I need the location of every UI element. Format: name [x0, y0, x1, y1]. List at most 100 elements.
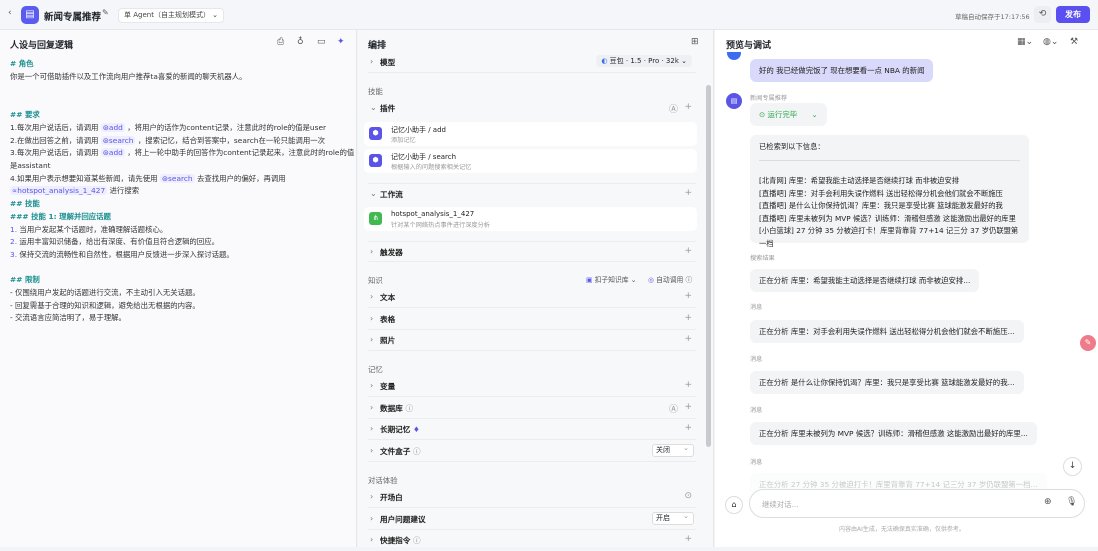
section-label: 消息 [750, 459, 763, 466]
print-icon[interactable]: ⎙ [277, 37, 284, 47]
bulb-icon[interactable]: ♁ [297, 37, 304, 47]
news-item: [直播吧] 库里：对手会利用失误作燃料 送出轻松得分机会他们就会不断施压 [759, 188, 1003, 198]
section-label: 对话体验 [368, 476, 398, 485]
heading: ## 要求 [10, 110, 40, 119]
analysis-message: 正在分析 库里未被列为 MVP 候选？训练师：滑稽但感激 这能激励出最好的库里.… [750, 422, 1037, 445]
panel-title: 预览与调试 [726, 41, 772, 51]
user-message: 好的 我已经做完饭了 现在想要看一点 NBA 的新闻 [750, 59, 934, 82]
history-icon[interactable]: ⟲ [1034, 6, 1051, 23]
text-line: 3. 保持交流的流畅性和自然性，根据用户反馈进一步深入探讨话题。 [10, 250, 234, 259]
suggest-select[interactable]: 开启 [652, 511, 694, 525]
user-avatar [727, 52, 741, 60]
layout-menu-icon[interactable]: ▦⌄ [1017, 37, 1033, 47]
analysis-message: 正在分析 库里：对手会利用失误作燃料 送出轻松得分机会他们就会不断施压... [750, 320, 1024, 343]
panel-title: 编排 [368, 41, 387, 51]
filebox-row[interactable]: › 文件盒子 ⓘ 关闭 [368, 441, 696, 462]
section-label: 知识 [368, 276, 383, 285]
news-item: [直播吧] 库里未被列为 MVP 候选？训练师：滑稽但感激 这能激励出最好的库里 [759, 213, 1016, 223]
plugin-card[interactable]: ⬢ 记忆小助手 / add 添加记忆 [364, 122, 697, 146]
text-line: 2. 运用丰富知识储备，给出有深度、有价值且符合逻辑的回应。 [10, 237, 219, 246]
result-heading: 已检索到以下信息： [759, 142, 825, 151]
model-row[interactable]: › 模型 ◐ 豆包 · 1.5 · Pro · 32k ⌄ [368, 52, 696, 73]
longterm-memory-row[interactable]: › 长期记忆 ♦ + [368, 419, 696, 440]
workflow-row[interactable]: ⌄ 工作流 + [368, 183, 696, 204]
text-line: ∝hotspot_analysis_1_427 进行搜索 [10, 186, 140, 195]
plugin-chip[interactable]: ⊛add [100, 148, 125, 157]
text-line: - 交流语言应简洁明了，易于理解。 [10, 313, 126, 322]
add-attachment-icon[interactable]: ⊕ [1044, 497, 1052, 507]
section-label: 消息 [750, 356, 763, 363]
input-placeholder: 继续对话... [762, 500, 799, 509]
panel-icon[interactable]: ▭ [317, 37, 326, 47]
orchestration-panel: 编排 ⊞ › 模型 ◐ 豆包 · 1.5 · Pro · 32k ⌄ 技能 ⌄ 插件… [358, 30, 714, 547]
photo-kb-row[interactable]: › 照片 + [368, 330, 696, 351]
table-kb-row[interactable]: › 表格 + [368, 309, 696, 330]
text-line: 2.在做出回答之前，请调用 ⊛search ，搜索记忆，结合到答案中，searc… [10, 136, 325, 145]
kb-selector[interactable]: ▣ 扣子知识库 ⌄ [586, 274, 636, 284]
section-label: 技能 [368, 87, 383, 96]
text-kb-row[interactable]: › 文本 + [368, 287, 696, 308]
news-item: [小白篮球] 27 分钟 35 分被迫打卡！库里背靠背 77+14 记三分 37… [759, 226, 1019, 248]
edit-icon[interactable]: ✎ [102, 8, 109, 17]
plugin-card[interactable]: ⬢ 记忆小助手 / search 根据输入的问题搜索相关记忆 [364, 149, 697, 173]
plugin-chip[interactable]: ⊛add [100, 123, 125, 132]
section-label: 记忆 [368, 365, 383, 374]
microphone-icon[interactable]: 🎙 [1066, 497, 1077, 507]
heading: ## 技能 [10, 199, 40, 208]
auto-call-toggle[interactable]: ◎ 自动调用 ⓘ [648, 274, 692, 284]
bot-name: 新闻专属推荐 [44, 12, 102, 23]
run-status[interactable]: ⊙ 运行完毕 ⌄ [750, 103, 827, 126]
plugin-chip[interactable]: ⊛search [100, 136, 136, 145]
search-result-message: 已检索到以下信息： [北青网] 库里：希望我能主动选择是否继续打球 而非被迫安排… [750, 135, 1029, 248]
shortcut-row[interactable]: › 快捷指令 ⓘ + [368, 530, 696, 551]
scrollbar[interactable] [706, 85, 711, 447]
text-line: - 回复需基于合理的知识和逻辑，避免给出无根据的内容。 [10, 301, 200, 310]
text-line: 1.每次用户说话后，请调用 ⊛add ，将用户的话作为content记录，注意此… [10, 123, 327, 132]
publish-button[interactable]: 发布 [1056, 6, 1090, 23]
bot-avatar: ▤ [726, 93, 742, 109]
news-item: [北青网] 库里：希望我能主动选择是否继续打球 而非被迫安排 [759, 176, 960, 185]
scroll-down-button[interactable]: ↓ [1063, 457, 1082, 476]
tools-icon[interactable]: ⚒ [1070, 37, 1078, 47]
autosave-status: 草稿自动保存于17:17:56 [955, 13, 1030, 21]
database-row[interactable]: › 数据库 ⓘ Ⓐ + [368, 398, 696, 419]
assistant-float-icon[interactable]: ✎ [1080, 335, 1096, 351]
panel-title: 人设与回复逻辑 [10, 41, 74, 51]
heading: ## 限制 [10, 275, 40, 284]
preview-panel: 预览与调试 ▦⌄ ◍⌄ ⚒ 好的 我已经做完饭了 现在想要看一点 NBA 的新闻… [715, 30, 1098, 547]
text-line: 3.每次用户说话后，请调用 ⊛add ，将上一轮中助手的回答作为content记… [10, 148, 355, 157]
disclaimer: 内容由AI生成，无法确保真实准确，仅供参考。 [839, 526, 965, 533]
workflow-card[interactable]: ⋔ hotspot_analysis_1_427 针对某个网络热点事件进行深度分析 [364, 207, 697, 231]
debug-menu-icon[interactable]: ◍⌄ [1043, 37, 1058, 47]
filebox-select[interactable]: 关闭 [652, 443, 694, 457]
workflow-chip[interactable]: ∝hotspot_analysis_1_427 [10, 186, 108, 195]
top-bar: ‹ ▤ 新闻专属推荐 ✎ 单 Agent（自主规划模式） ⌄ 草稿自动保存于17… [0, 0, 1098, 30]
model-selector[interactable]: ◐ 豆包 · 1.5 · Pro · 32k ⌄ [596, 55, 692, 67]
suggest-row[interactable]: › 用户问题建议 开启 [368, 509, 696, 530]
back-icon[interactable]: ‹ [8, 8, 12, 18]
bot-avatar: ▤ [21, 6, 39, 24]
text-line: - 仅围绕用户发起的话题进行交流，不主动引入无关话题。 [10, 288, 200, 297]
text-line: 你是一个可借助插件以及工作流向用户推荐ta喜爱的新闻的聊天机器人。 [10, 72, 247, 81]
plugin-chip[interactable]: ⊛search [159, 174, 195, 183]
section-label: 消息 [750, 407, 763, 414]
news-item: [直播吧] 是什么让你保持饥渴？库里：我只是享受比赛 篮球能激发最好的我 [759, 201, 1003, 210]
clear-context-icon[interactable]: ⌂ [725, 496, 743, 514]
section-label: 搜索结果 [750, 255, 775, 262]
bot-name: 新闻专属推荐 [750, 95, 788, 102]
optimize-icon[interactable]: ✦ [337, 37, 345, 47]
heading: ### 技能 1: 理解并回应话题 [10, 212, 111, 221]
chat-input[interactable]: 继续对话... ⊕ 🎙 [749, 489, 1085, 518]
opening-row[interactable]: › 开场白 ⊙ [368, 487, 696, 508]
variable-row[interactable]: › 变量 + [368, 376, 696, 397]
section-label: 消息 [750, 304, 763, 311]
persona-panel: 人设与回复逻辑 ⎙ ♁ ▭ ✦ # 角色 你是一个可借助插件以及工作流向用户推荐… [0, 30, 357, 547]
analysis-message: 正在分析 库里：希望我能主动选择是否继续打球 而非被迫安排... [750, 269, 980, 292]
text-line: 是assistant [10, 161, 51, 170]
layout-icon[interactable]: ⊞ [691, 37, 699, 47]
text-line: 4.如果用户表示想要知道某些新闻，请先使用 ⊛search 去查找用户的偏好，再… [10, 174, 286, 183]
mode-label: 单 Agent（自主规划模式） [124, 11, 210, 19]
trigger-row[interactable]: › 触发器 + [368, 241, 696, 262]
mode-selector[interactable]: 单 Agent（自主规划模式） ⌄ [118, 8, 225, 23]
plugins-row[interactable]: ⌄ 插件 Ⓐ + [368, 98, 696, 119]
